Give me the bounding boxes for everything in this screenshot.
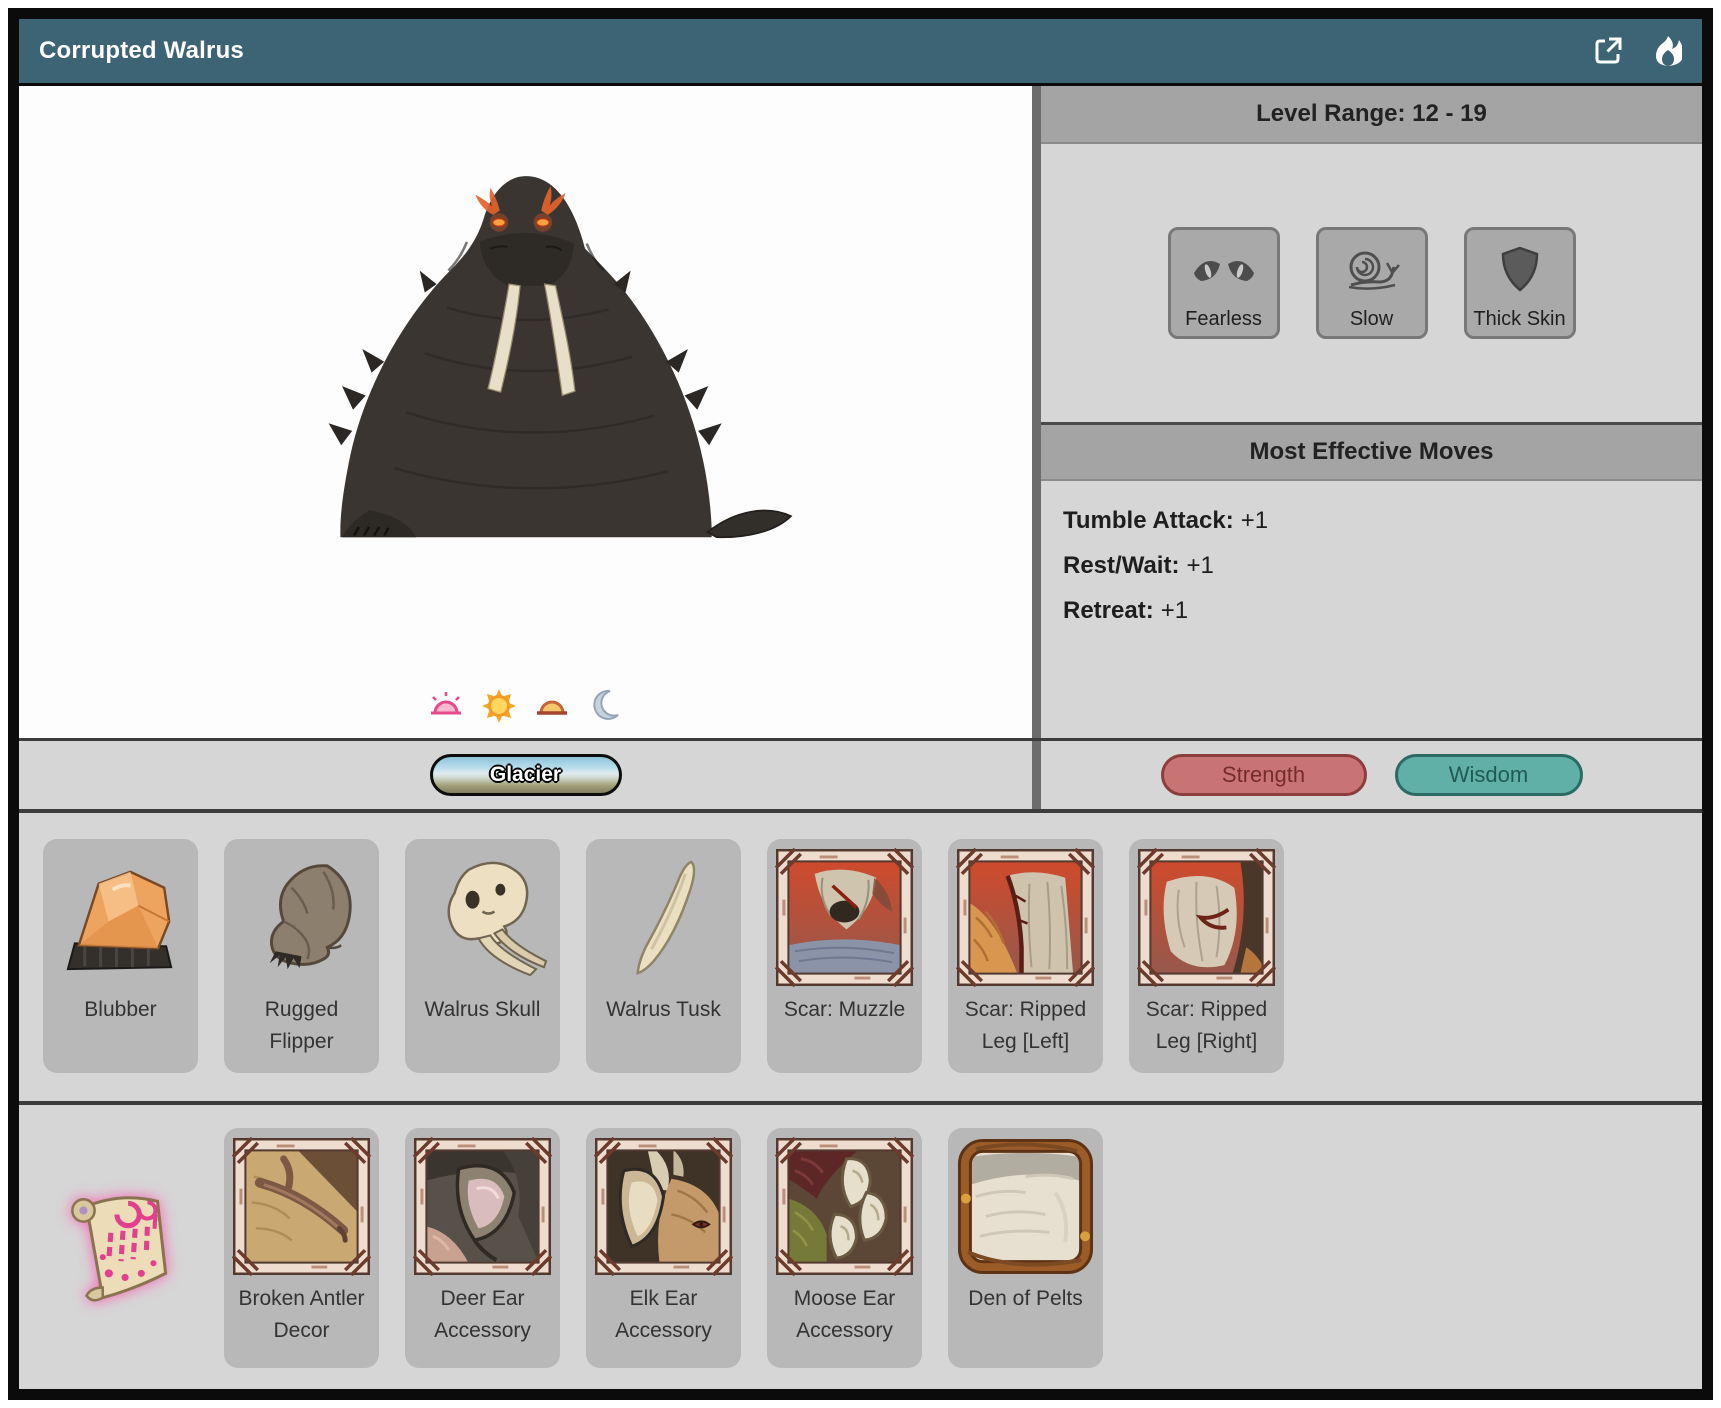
moves-list: Tumble Attack:+1 Rest/Wait:+1 Retreat:+1 xyxy=(1041,481,1702,738)
item-label: Blubber xyxy=(50,994,191,1026)
traits-area: Fearless Slow xyxy=(1041,144,1702,425)
special-card-den-of-pelts[interactable]: Den of Pelts xyxy=(948,1128,1103,1368)
item-label: Walrus Tusk xyxy=(593,994,734,1026)
blubber-art xyxy=(51,848,190,987)
attack-stats: Strength Wisdom xyxy=(1041,741,1702,809)
trait-label: Slow xyxy=(1350,308,1393,331)
level-range-bar: Level Range: 12 - 19 xyxy=(1041,86,1702,144)
dusk-icon xyxy=(534,688,570,724)
elk-ear-accessory-art xyxy=(594,1137,733,1276)
item-label: Rugged Flipper xyxy=(231,994,372,1057)
active-time-icons xyxy=(19,688,1032,724)
drop-card-scar-ripped-leg-left[interactable]: Scar: Ripped Leg [Left] xyxy=(948,839,1103,1073)
drops-section: Blubber Rugged Flipper Walrus Skull xyxy=(19,813,1702,1105)
biome-glacier-button[interactable]: Glacier xyxy=(430,754,622,796)
broken-antler-decor-art xyxy=(232,1137,371,1276)
item-label: Scar: Ripped Leg [Left] xyxy=(955,994,1096,1057)
creature-image-panel xyxy=(19,86,1032,738)
item-label: Scar: Muzzle xyxy=(774,994,915,1026)
special-drops-section: Broken Antler Decor Deer Ear Accessory xyxy=(19,1105,1702,1389)
drop-card-scar-muzzle[interactable]: Scar: Muzzle xyxy=(767,839,922,1073)
drop-card-blubber[interactable]: Blubber xyxy=(43,839,198,1073)
special-card-elk-ear-accessory[interactable]: Elk Ear Accessory xyxy=(586,1128,741,1368)
stats-panel: Level Range: 12 - 19 Fearless xyxy=(1041,86,1702,738)
drop-card-walrus-tusk[interactable]: Walrus Tusk xyxy=(586,839,741,1073)
drop-card-rugged-flipper[interactable]: Rugged Flipper xyxy=(224,839,379,1073)
shield-icon xyxy=(1499,230,1541,308)
scar-ripped-leg-right-art xyxy=(1137,848,1276,987)
trait-label: Fearless xyxy=(1185,308,1262,331)
snail-icon xyxy=(1343,230,1401,308)
page-title: Corrupted Walrus xyxy=(39,37,244,65)
special-card-broken-antler-decor[interactable]: Broken Antler Decor xyxy=(224,1128,379,1368)
main-row: Level Range: 12 - 19 Fearless xyxy=(19,86,1702,738)
item-label: Moose Ear Accessory xyxy=(774,1283,915,1346)
item-label: Walrus Skull xyxy=(412,994,553,1026)
item-label: Broken Antler Decor xyxy=(231,1283,372,1346)
drop-card-walrus-skull[interactable]: Walrus Skull xyxy=(405,839,560,1073)
item-label: Den of Pelts xyxy=(955,1283,1096,1315)
day-icon xyxy=(481,688,517,724)
move-line: Retreat:+1 xyxy=(1063,597,1680,625)
biome-row: Glacier Strength Wisdom xyxy=(19,738,1702,813)
special-card-deer-ear-accessory[interactable]: Deer Ear Accessory xyxy=(405,1128,560,1368)
wisdom-button[interactable]: Wisdom xyxy=(1395,754,1583,796)
cat-eyes-icon xyxy=(1191,230,1257,308)
panel-divider xyxy=(1032,86,1041,738)
trait-fearless[interactable]: Fearless xyxy=(1168,227,1280,339)
scar-muzzle-art xyxy=(775,848,914,987)
trait-label: Thick Skin xyxy=(1473,308,1565,331)
strength-button[interactable]: Strength xyxy=(1161,754,1367,796)
moose-ear-accessory-art xyxy=(775,1137,914,1276)
flame-icon[interactable] xyxy=(1654,35,1682,67)
glowing-scroll-icon[interactable] xyxy=(50,1176,192,1318)
den-of-pelts-art xyxy=(956,1137,1095,1276)
walrus-skull-art xyxy=(413,848,552,987)
enemy-codex-panel: Corrupted Walrus xyxy=(8,8,1713,1400)
panel-divider xyxy=(1032,741,1041,809)
special-card-moose-ear-accessory[interactable]: Moose Ear Accessory xyxy=(767,1128,922,1368)
drop-card-scar-ripped-leg-right[interactable]: Scar: Ripped Leg [Right] xyxy=(1129,839,1284,1073)
scar-ripped-leg-left-art xyxy=(956,848,1095,987)
dawn-icon xyxy=(428,688,464,724)
corrupted-walrus-art xyxy=(256,130,796,590)
moves-header: Most Effective Moves xyxy=(1041,425,1702,481)
move-line: Tumble Attack:+1 xyxy=(1063,507,1680,535)
item-label: Elk Ear Accessory xyxy=(593,1283,734,1346)
title-bar: Corrupted Walrus xyxy=(19,19,1702,86)
item-label: Deer Ear Accessory xyxy=(412,1283,553,1346)
deer-ear-accessory-art xyxy=(413,1137,552,1276)
item-label: Scar: Ripped Leg [Right] xyxy=(1136,994,1277,1057)
rugged-flipper-art xyxy=(232,848,371,987)
night-icon xyxy=(587,688,623,724)
walrus-tusk-art xyxy=(594,848,733,987)
biome-left: Glacier xyxy=(19,741,1032,809)
move-line: Rest/Wait:+1 xyxy=(1063,552,1680,580)
external-link-icon[interactable] xyxy=(1592,35,1624,67)
trait-slow[interactable]: Slow xyxy=(1316,227,1428,339)
trait-thick-skin[interactable]: Thick Skin xyxy=(1464,227,1576,339)
